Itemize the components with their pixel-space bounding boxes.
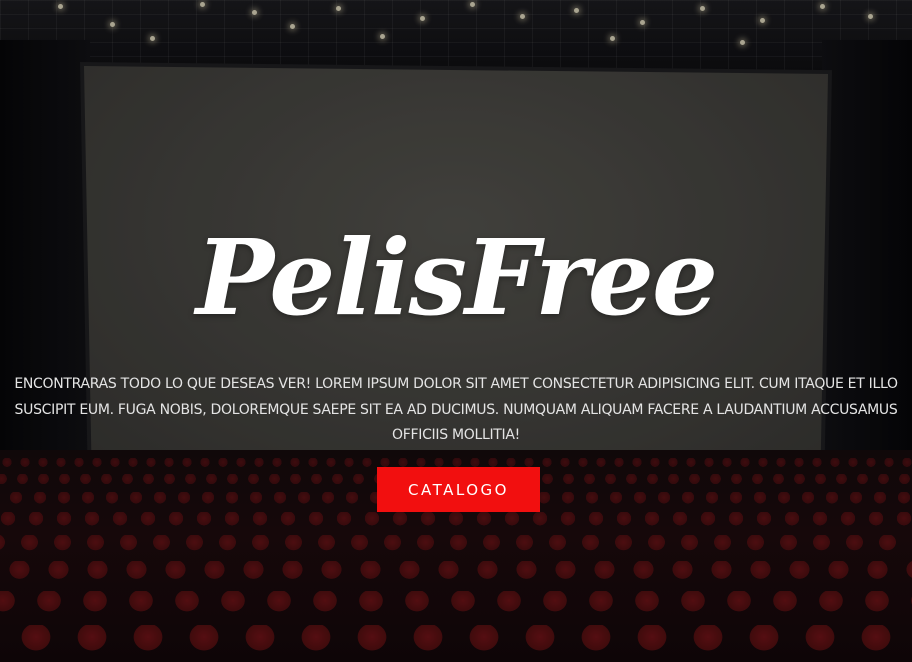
hero-content: PelisFree ENCONTRARAS TODO LO QUE DESEAS… xyxy=(0,0,912,662)
brand-logo: PelisFree xyxy=(195,216,718,339)
hero-section: PelisFree ENCONTRARAS TODO LO QUE DESEAS… xyxy=(0,0,912,662)
catalog-button[interactable]: CATALOGO xyxy=(377,467,540,512)
hero-description: ENCONTRARAS TODO LO QUE DESEAS VER! LORE… xyxy=(14,376,898,443)
